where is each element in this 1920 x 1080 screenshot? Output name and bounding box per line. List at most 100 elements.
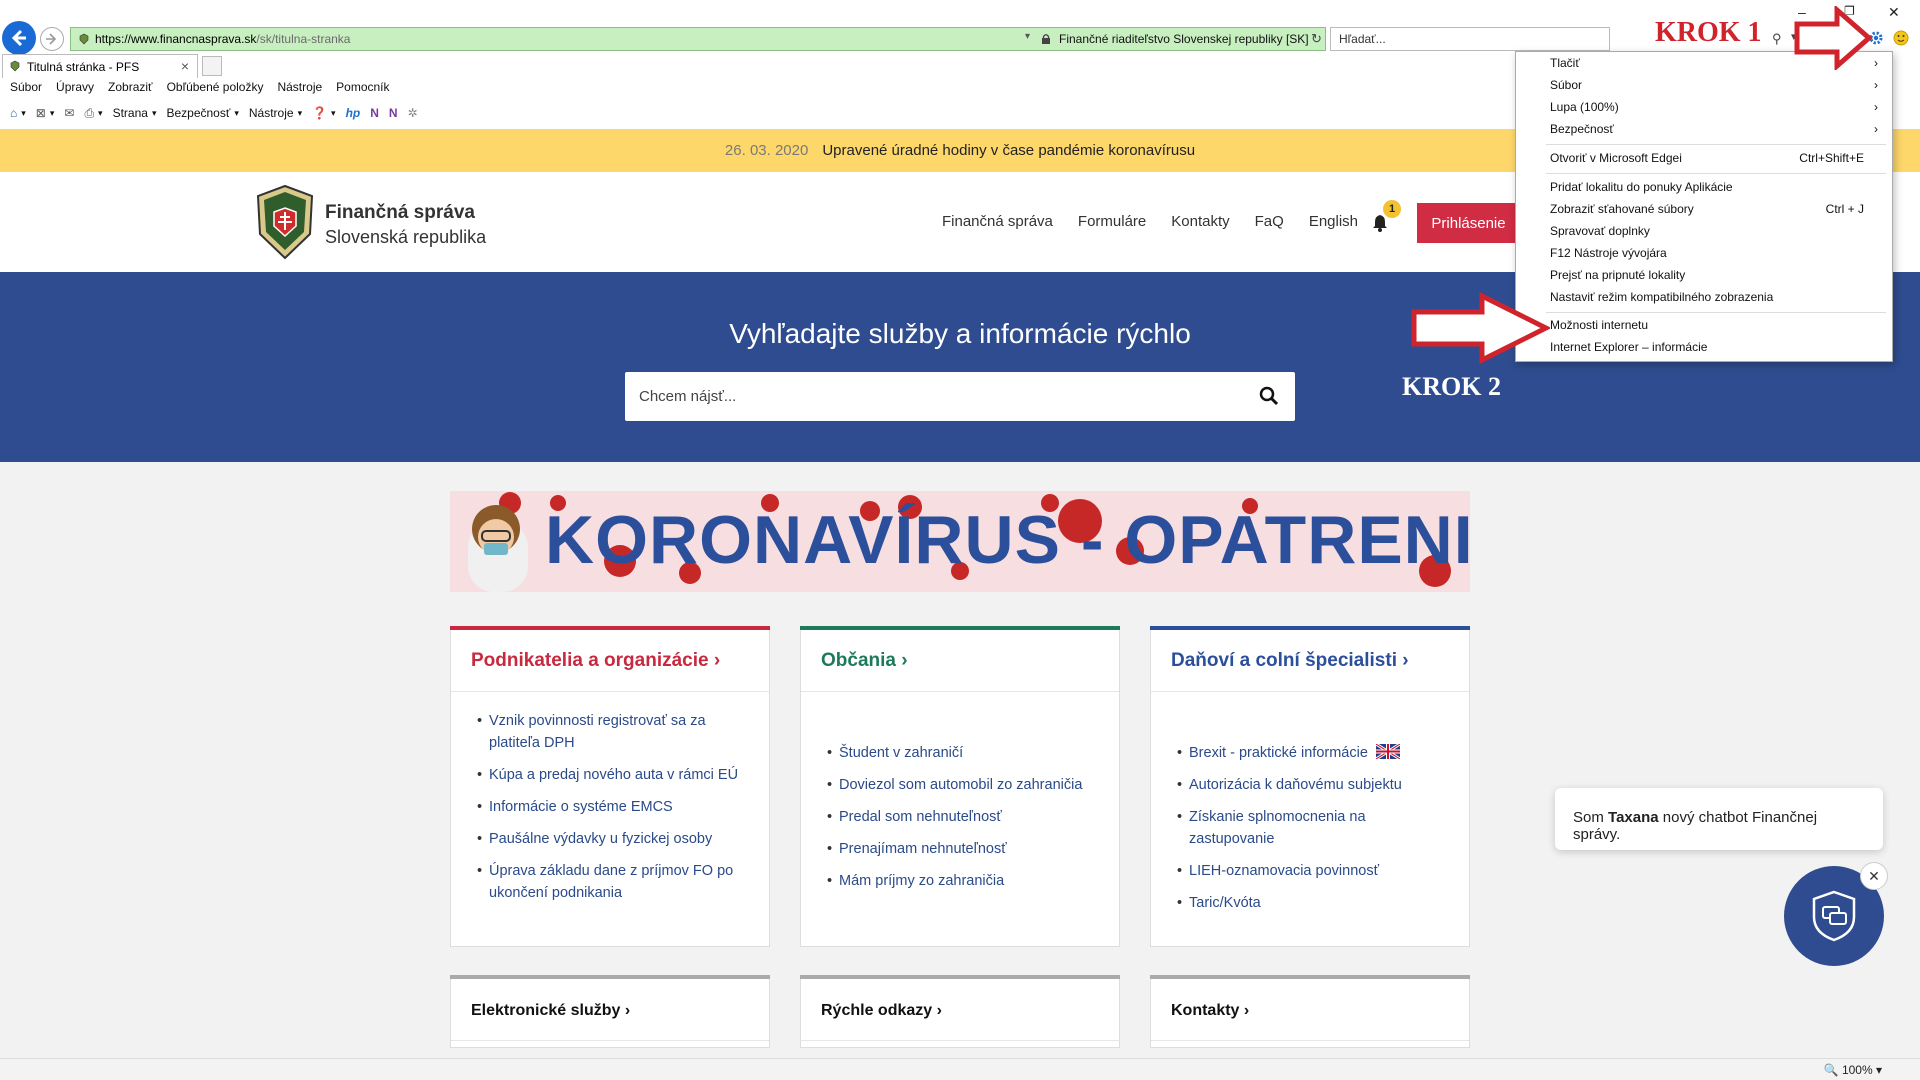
card-elektronicke-sluzby: Elektronické služby › bbox=[450, 975, 770, 1048]
search-icon[interactable] bbox=[1259, 386, 1279, 406]
menu-item-about-ie[interactable]: Internet Explorer – informácie bbox=[1550, 340, 1880, 360]
zoom-level[interactable]: 🔍 100% ▾ bbox=[1824, 1063, 1882, 1077]
menu-help[interactable]: Pomocník bbox=[336, 80, 389, 98]
hero-search-input[interactable]: Chcem nájsť... bbox=[625, 372, 1295, 421]
forward-button[interactable] bbox=[40, 27, 64, 51]
menu-tools[interactable]: Nástroje bbox=[277, 80, 322, 98]
bell-icon[interactable] bbox=[1372, 214, 1388, 232]
nav-financna-sprava[interactable]: Finančná správa bbox=[942, 213, 1053, 230]
menu-file[interactable]: Súbor bbox=[10, 80, 42, 98]
card-title-link[interactable]: Elektronické služby › bbox=[451, 979, 769, 1041]
login-button[interactable]: Prihlásenie bbox=[1417, 203, 1520, 243]
menu-item-file[interactable]: Súbor › bbox=[1550, 78, 1880, 98]
alert-text[interactable]: Upravené úradné hodiny v čase pandémie k… bbox=[822, 142, 1195, 159]
browser-tab[interactable]: Titulná stránka - PFS × bbox=[2, 54, 198, 78]
arrow-left-icon bbox=[11, 29, 26, 47]
nav-faq[interactable]: FaQ bbox=[1255, 213, 1284, 230]
card-link-list: Študent v zahraničí Doviezol som automob… bbox=[801, 692, 1119, 892]
menu-item-devtools[interactable]: F12 Nástroje vývojára bbox=[1550, 246, 1880, 266]
chat-close-button[interactable]: ✕ bbox=[1860, 862, 1888, 890]
hp-icon[interactable]: hp bbox=[346, 106, 361, 120]
rss-icon: ⊠ bbox=[35, 106, 46, 120]
card-title: Rýchle odkazy bbox=[821, 1002, 933, 1019]
menu-item-shortcut: Ctrl+Shift+E bbox=[1799, 151, 1864, 165]
print-button[interactable]: ⎙ ▾ bbox=[84, 106, 102, 121]
card-title-link[interactable]: Podnikatelia a organizácie › bbox=[451, 630, 769, 692]
menu-item-open-edge[interactable]: Otvoriť v Microsoft Edgei Ctrl+Shift+E bbox=[1550, 151, 1880, 171]
menu-separator bbox=[1546, 144, 1886, 145]
list-item[interactable]: Autorizácia k daňovému subjektu bbox=[1177, 774, 1449, 796]
list-item[interactable]: Predal som nehnuteľnosť bbox=[827, 806, 1099, 828]
chatbot-greeting[interactable]: Som Taxana nový chatbot Finančnej správy… bbox=[1555, 788, 1883, 850]
feeds-button[interactable]: ⊠ ▾ bbox=[36, 106, 55, 120]
list-item[interactable]: Študent v zahraničí bbox=[827, 742, 1099, 764]
close-tab-icon[interactable]: × bbox=[181, 58, 189, 74]
menu-separator bbox=[1546, 173, 1886, 174]
list-item[interactable]: Vznik povinnosti registrovať sa za plati… bbox=[477, 710, 749, 754]
new-tab-button[interactable] bbox=[202, 56, 222, 76]
list-item[interactable]: Získanie splnomocnenia na zastupovanie bbox=[1177, 806, 1449, 850]
menu-item-label: Internet Explorer – informácie bbox=[1550, 340, 1708, 354]
nav-kontakty[interactable]: Kontakty bbox=[1171, 213, 1229, 230]
card-title: Podnikatelia a organizácie bbox=[471, 650, 709, 671]
menu-item-manage-addons[interactable]: Spravovať doplnky bbox=[1550, 224, 1880, 244]
list-item[interactable]: Paušálne výdavky u fyzickej osoby bbox=[477, 828, 749, 850]
browser-search-field[interactable]: Hľadať... bbox=[1330, 27, 1610, 51]
menu-item-add-site[interactable]: Pridať lokalitu do ponuky Aplikácie bbox=[1550, 180, 1880, 200]
card-title-link[interactable]: Občania › bbox=[801, 630, 1119, 692]
refresh-icon[interactable]: ↻ bbox=[1311, 31, 1322, 47]
card-rychle-odkazy: Rýchle odkazy › bbox=[800, 975, 1120, 1048]
nav-formulare[interactable]: Formuláre bbox=[1078, 213, 1146, 230]
safety-menu[interactable]: Bezpečnosť ▾ bbox=[166, 106, 238, 120]
list-item[interactable]: Taric/Kvóta bbox=[1177, 892, 1449, 914]
card-title-link[interactable]: Rýchle odkazy › bbox=[801, 979, 1119, 1041]
read-mail-button[interactable]: ✉ bbox=[64, 106, 74, 120]
list-item[interactable]: Kúpa a predaj nového auta v rámci EÚ bbox=[477, 764, 749, 786]
close-window-icon[interactable]: ✕ bbox=[1888, 4, 1900, 21]
home-button[interactable]: ⌂ ▾ bbox=[10, 106, 26, 120]
menu-item-zoom[interactable]: Lupa (100%) › bbox=[1550, 100, 1880, 120]
list-item[interactable]: Brexit - praktické informácie bbox=[1177, 742, 1449, 764]
notification-badge: 1 bbox=[1383, 200, 1401, 218]
page-menu[interactable]: Strana ▾ bbox=[113, 106, 157, 120]
command-bar: ⌂ ▾ ⊠ ▾ ✉ ⎙ ▾ Strana ▾ Bezpečnosť ▾ Nástroje ▾… bbox=[10, 103, 418, 123]
list-item[interactable]: Doviezol som automobil zo zahraničia bbox=[827, 774, 1099, 796]
tab-title: Titulná stránka - PFS bbox=[27, 60, 140, 74]
menu-item-label: Lupa (100%) bbox=[1550, 100, 1619, 114]
menu-item-pinned-sites[interactable]: Prejsť na pripnuté lokality bbox=[1550, 268, 1880, 288]
settings-addon-icon[interactable]: ✲ bbox=[408, 106, 418, 120]
search-icon[interactable]: ⚲ bbox=[1772, 31, 1782, 47]
onenote-icon[interactable]: N bbox=[370, 106, 379, 120]
menu-bar: Súbor Úpravy Zobraziť Obľúbené položky N… bbox=[10, 80, 390, 98]
covid-banner[interactable]: KORONAVÍRUS - OPATRENIA bbox=[450, 491, 1470, 592]
menu-view[interactable]: Zobraziť bbox=[108, 80, 153, 98]
menu-item-shortcut: Ctrl + J bbox=[1825, 202, 1864, 216]
menu-item-label: Súbor bbox=[1550, 78, 1583, 92]
chevron-down-icon[interactable]: ▾ bbox=[1025, 31, 1030, 42]
list-item[interactable]: Prenajímam nehnuteľnosť bbox=[827, 838, 1099, 860]
address-bar[interactable]: https://www.financnasprava.sk/sk/titulna… bbox=[70, 27, 1326, 51]
menu-item-safety[interactable]: Bezpečnosť › bbox=[1550, 122, 1880, 142]
menu-item-internet-options[interactable]: Možnosti internetu bbox=[1550, 318, 1880, 338]
menu-edit[interactable]: Úpravy bbox=[56, 80, 94, 98]
nav-english[interactable]: English bbox=[1309, 213, 1358, 230]
certificate-label[interactable]: Finančné riaditeľstvo Slovenskej republi… bbox=[1059, 32, 1309, 46]
menu-item-downloads[interactable]: Zobraziť sťahované súbory Ctrl + J bbox=[1550, 202, 1880, 222]
smiley-icon[interactable] bbox=[1893, 30, 1909, 46]
tools-menu[interactable]: Nástroje ▾ bbox=[249, 106, 302, 120]
list-item[interactable]: Mám príjmy zo zahraničia bbox=[827, 870, 1099, 892]
menu-item-compat-view[interactable]: Nastaviť režim kompatibilného zobrazenia bbox=[1550, 290, 1880, 310]
coat-of-arms-logo[interactable] bbox=[254, 184, 316, 260]
list-item[interactable]: Úprava základu dane z príjmov FO po ukon… bbox=[477, 860, 749, 904]
help-button[interactable]: ❓ ▾ bbox=[312, 106, 335, 120]
back-button[interactable] bbox=[2, 21, 36, 55]
menu-favorites[interactable]: Obľúbené položky bbox=[167, 80, 264, 98]
list-item[interactable]: Informácie o systéme EMCS bbox=[477, 796, 749, 818]
alert-date: 26. 03. 2020 bbox=[724, 142, 809, 159]
list-item[interactable]: LIEH-oznamovacia povinnosť bbox=[1177, 860, 1449, 882]
card-title-link[interactable]: Daňoví a colní špecialisti › bbox=[1151, 630, 1469, 692]
card-title-link[interactable]: Kontakty › bbox=[1151, 979, 1469, 1041]
onenote-linked-icon[interactable]: N bbox=[389, 106, 398, 120]
tools-menu-label: Nástroje bbox=[248, 106, 294, 120]
card-accent-bar bbox=[800, 626, 1120, 630]
